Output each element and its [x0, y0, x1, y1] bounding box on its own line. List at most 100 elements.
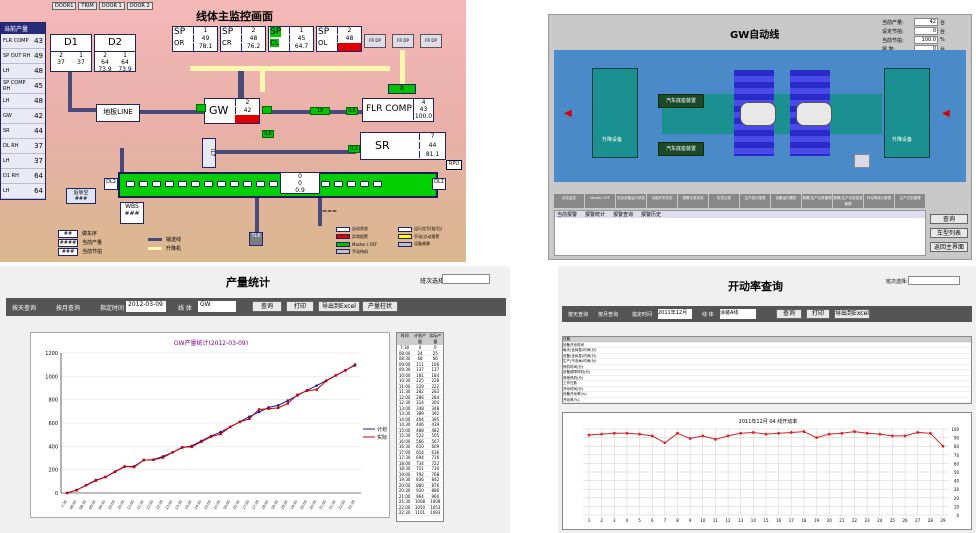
data-point — [587, 433, 591, 437]
x-tick-label: 18 — [801, 518, 807, 523]
sp-sub: CL — [270, 39, 279, 47]
sp-station[interactable]: SP OR 1 49 78.1 — [172, 26, 218, 52]
gw-tab[interactable]: 状态监控 — [554, 194, 584, 208]
query-button[interactable]: 查询 — [252, 301, 282, 312]
sp-b: 45 — [289, 35, 313, 42]
fr-dp-box[interactable]: FR DP — [392, 34, 414, 48]
sidebar-row: SR 44 — [1, 124, 45, 139]
flr-comp-b: 43 — [413, 106, 433, 113]
fr-dp-box[interactable]: FR DP — [364, 34, 386, 48]
back-main-button[interactable]: 返回主界面 — [930, 242, 968, 252]
radio-by-day[interactable]: 按天查询 — [12, 303, 36, 312]
gw-tab[interactable]: 报警/生产记录管理 — [802, 194, 832, 208]
gw-tab[interactable]: Master OFF — [585, 194, 615, 208]
data-point — [827, 432, 831, 436]
op-line-select[interactable]: 涂装A线 — [720, 309, 756, 319]
hash-label: ### — [74, 196, 88, 202]
alarm-tab[interactable]: 当前报警 — [555, 211, 579, 218]
d1-b: 1 — [79, 52, 83, 59]
legend-right-row: 异常报警 — [336, 234, 398, 240]
conveyor-slot — [269, 181, 278, 187]
gw-tab[interactable]: 生产日志管理 — [895, 194, 925, 208]
sp-a: 2 — [337, 27, 361, 34]
table-cell: 19:00 — [398, 471, 411, 477]
table-cell: 11:30 — [398, 389, 411, 394]
alarm-tab[interactable]: 报警查询 — [611, 211, 635, 218]
table-cell: 229 — [416, 383, 424, 389]
table-cell: 1050 — [414, 504, 426, 510]
gw-station[interactable]: GW 2 42 — [204, 98, 260, 124]
legend-mid-row: 输送线 — [148, 236, 181, 243]
prod-table-header-cell: 计划产量 — [413, 333, 426, 344]
gw-tab[interactable]: 设备运行履历 — [771, 194, 801, 208]
x-tick-label: 09:30 — [98, 500, 107, 511]
alarm-tab[interactable]: 报警历史 — [639, 211, 663, 218]
data-point — [161, 456, 165, 459]
table-cell: 730 — [431, 466, 440, 471]
table-row-label: 设备故障停机(分) — [563, 370, 591, 374]
alarm-tab[interactable]: 报警统计 — [583, 211, 607, 218]
rate-button[interactable]: 产量柱状 — [362, 301, 398, 312]
op-radio-by-month[interactable]: 按月查询 — [598, 311, 618, 318]
chart-title: GW产量统计(2012-03-09) — [174, 339, 248, 347]
sp-station[interactable]: SP CR 2 48 76.2 — [220, 26, 266, 52]
floor-line-station[interactable]: 地板LINE — [96, 104, 140, 122]
line-select[interactable]: GW — [198, 301, 236, 312]
date-input[interactable]: 2012-03-09 — [126, 301, 166, 312]
data-point — [123, 465, 126, 468]
legend-line — [148, 247, 162, 250]
x-tick-label: 21:30 — [328, 500, 337, 511]
flr-comp-station[interactable]: FLR COMP 4 43 100.0 — [362, 98, 434, 122]
data-point — [219, 432, 222, 436]
car-list-button[interactable]: 车型列表 — [930, 228, 968, 238]
query-button[interactable]: 查询 — [930, 214, 968, 224]
sidebar-row-label: D1 RH — [3, 173, 19, 179]
table-cell: 16:00 — [398, 438, 411, 444]
d1-station[interactable]: D1 2 1 37 37 — [50, 34, 92, 72]
gw-info-row: 当前节拍: 100.0% — [882, 36, 945, 44]
sp-b: 48 — [241, 35, 265, 42]
data-point — [815, 436, 818, 439]
gw-tab[interactable]: 开动率统计报表 — [864, 194, 894, 208]
d2-b: 1 — [123, 52, 127, 59]
gw-tab[interactable]: 生产统计报表 — [740, 194, 770, 208]
op-date-input[interactable]: 2011年12月 — [658, 309, 692, 319]
radio-by-month[interactable]: 按月查询 — [56, 303, 80, 312]
op-radio-by-day[interactable]: 按天查询 — [568, 311, 588, 318]
sp-b: 48 — [337, 35, 361, 42]
conveyor-slot — [191, 181, 200, 187]
export-excel-button[interactable]: 导出到Excel — [318, 301, 360, 312]
op-query-button[interactable]: 查询 — [776, 309, 802, 319]
table-cell: 960 — [431, 493, 440, 499]
left-lift[interactable] — [592, 68, 638, 158]
sr-station[interactable]: SR 7 44 81.1 — [360, 132, 446, 160]
gw-tab[interactable]: 历史记录 — [709, 194, 739, 208]
table-cell: 222 — [431, 383, 440, 389]
sp-station[interactable]: SP OL 2 48 — [316, 26, 362, 52]
d2-station[interactable]: D2 2 1 64 64 73.9 73.9 — [94, 34, 136, 73]
gw-tab[interactable]: 安全设备运行状态 — [616, 194, 646, 208]
data-point — [353, 364, 357, 367]
right-lift[interactable] — [884, 68, 930, 158]
table-cell: 842 — [431, 477, 440, 482]
table-cell: 567 — [431, 438, 440, 444]
shift-select[interactable] — [442, 274, 490, 284]
op-shift-select[interactable] — [908, 276, 960, 285]
table-cell: 16:30 — [398, 444, 411, 449]
gw-tab[interactable]: 功能开关状态 — [647, 194, 677, 208]
sp-station[interactable]: SP CL 1 45 64.7 — [268, 26, 314, 52]
date-label: 指定时间 — [100, 305, 125, 312]
op-export-button[interactable]: 导出到Excel — [834, 309, 870, 319]
print-button[interactable]: 打印 — [286, 301, 314, 312]
table-cell: 734 — [416, 460, 424, 466]
legend-text: 手动/点动报警 — [414, 233, 440, 239]
x-tick-label: 7 — [664, 518, 667, 523]
data-point — [267, 407, 270, 410]
op-print-button[interactable]: 打印 — [806, 309, 830, 319]
gw-tab[interactable]: 报警/生产记录信息管理 — [833, 194, 863, 208]
sidebar-row-value: 48 — [34, 67, 43, 75]
fr-dp-box[interactable]: FR DP — [420, 34, 442, 48]
gw-tab[interactable]: 报警记录状态 — [678, 194, 708, 208]
wbs-block[interactable]: WBS ### — [120, 202, 144, 224]
prod-table: 时间 计划产量 实际产量 7:30 0 0 08:00 24 25 08:30 68 66 09:00… — [396, 332, 444, 522]
